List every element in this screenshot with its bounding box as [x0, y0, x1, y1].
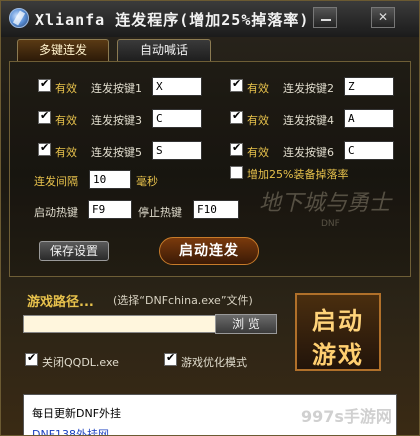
key3-input[interactable]: C [152, 109, 202, 128]
minimize-button[interactable] [313, 7, 337, 28]
key6-input[interactable]: C [344, 141, 394, 160]
stop-hotkey-input[interactable]: F10 [193, 200, 239, 219]
interval-unit-label: 毫秒 [136, 175, 158, 188]
key4-enabled-checkbox[interactable] [230, 109, 243, 124]
start-hotkey-label: 启动热键 [34, 206, 78, 219]
title-bar[interactable]: Xlianfa 连发程序(增加25%掉落率) [1, 1, 419, 37]
launch-line2: 游戏 [312, 341, 364, 369]
key2-valid-label: 有效 [247, 82, 269, 95]
launch-game-button[interactable]: 启动 游戏 [295, 293, 381, 371]
start-repeat-button[interactable]: 启动连发 [159, 237, 259, 265]
key1-input[interactable]: X [152, 77, 202, 96]
key2-enabled-checkbox[interactable] [230, 77, 243, 92]
launch-line1: 启动 [312, 307, 364, 335]
key6-label: 连发按键6 [283, 146, 334, 159]
dnf-logo-sub: DNF [321, 219, 340, 229]
app-window: Xlianfa 连发程序(增加25%掉落率) 多键连发 自动喊话 有效 连发按键… [0, 0, 420, 436]
news-link[interactable]: DNF138外挂网 [32, 426, 109, 435]
key5-enabled-checkbox[interactable] [38, 141, 51, 156]
window-title: Xlianfa 连发程序(增加25%掉落率) [35, 11, 310, 29]
dnf-logo-watermark: 地下城与勇士 [259, 191, 392, 216]
key5-input[interactable]: S [152, 141, 202, 160]
game-path-title: 游戏路径... [27, 295, 94, 310]
key5-valid-label: 有效 [55, 146, 77, 159]
game-path-hint: (选择“DNFchina.exe”文件) [113, 294, 253, 307]
browse-button[interactable]: 浏 览 [215, 314, 277, 334]
close-qqdl-label: 关闭QQDL.exe [42, 356, 119, 369]
key1-valid-label: 有效 [55, 82, 77, 95]
drop-boost-checkbox[interactable] [230, 166, 243, 179]
key6-enabled-checkbox[interactable] [230, 141, 243, 156]
interval-input[interactable]: 10 [89, 170, 131, 189]
start-hotkey-input[interactable]: F9 [88, 200, 132, 219]
key2-label: 连发按键2 [283, 82, 334, 95]
tab-auto-shout[interactable]: 自动喊话 [117, 39, 211, 61]
close-qqdl-checkbox[interactable] [25, 351, 38, 366]
key3-valid-label: 有效 [55, 114, 77, 127]
tab-multi-key[interactable]: 多键连发 [17, 39, 109, 61]
drop-boost-label: 增加25%装备掉落率 [247, 168, 349, 181]
stop-hotkey-label: 停止热键 [138, 206, 182, 219]
key2-input[interactable]: Z [344, 77, 394, 96]
news-item: 每日更新DNF外挂 [32, 407, 122, 420]
key1-label: 连发按键1 [91, 82, 142, 95]
key3-label: 连发按键3 [91, 114, 142, 127]
key3-enabled-checkbox[interactable] [38, 109, 51, 124]
optimize-mode-label: 游戏优化模式 [181, 356, 247, 369]
app-logo-icon [9, 8, 29, 28]
key1-enabled-checkbox[interactable] [38, 77, 51, 92]
game-path-input[interactable] [23, 315, 217, 333]
key4-input[interactable]: A [344, 109, 394, 128]
optimize-mode-checkbox[interactable] [164, 351, 177, 366]
close-button[interactable] [371, 7, 395, 28]
key4-label: 连发按键4 [283, 114, 334, 127]
key5-label: 连发按键5 [91, 146, 142, 159]
key4-valid-label: 有效 [247, 114, 269, 127]
key6-valid-label: 有效 [247, 146, 269, 159]
site-watermark: 997s手游网 [301, 407, 392, 426]
save-settings-button[interactable]: 保存设置 [39, 241, 109, 261]
interval-label: 连发间隔 [34, 175, 78, 188]
